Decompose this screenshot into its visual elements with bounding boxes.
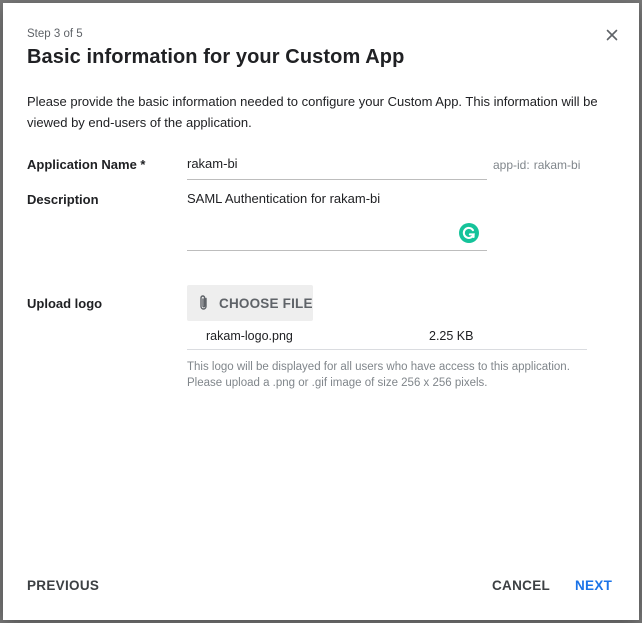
choose-file-button[interactable]: CHOOSE FILE	[187, 285, 313, 321]
upload-logo-label: Upload logo	[27, 296, 103, 311]
step-indicator: Step 3 of 5	[27, 28, 83, 40]
paperclip-icon	[200, 295, 207, 310]
description-field[interactable]: SAML Authentication for rakam-bi	[187, 190, 487, 251]
app-id-prefix: app-id:	[493, 158, 530, 172]
close-icon[interactable]	[602, 25, 622, 45]
dialog-title: Basic information for your Custom App	[27, 46, 405, 68]
app-name-value: rakam-bi	[187, 156, 238, 171]
help-line-1: This logo will be displayed for all user…	[187, 361, 570, 373]
file-name: rakam-logo.png	[206, 329, 293, 343]
cancel-button[interactable]: CANCEL	[492, 578, 550, 593]
previous-button[interactable]: PREVIOUS	[27, 578, 99, 593]
grammarly-icon[interactable]	[458, 222, 480, 244]
custom-app-dialog: Step 3 of 5 Basic information for your C…	[3, 3, 639, 620]
description-value: SAML Authentication for rakam-bi	[187, 191, 381, 206]
help-line-2: Please upload a .png or .gif image of si…	[187, 377, 488, 389]
app-id-value: rakam-bi	[533, 158, 581, 172]
app-name-field[interactable]: rakam-bi	[187, 155, 487, 180]
app-id: app-id: rakam-bi	[493, 158, 580, 172]
upload-help-text: This logo will be displayed for all user…	[187, 359, 607, 391]
intro-text: Please provide the basic information nee…	[27, 94, 598, 130]
uploaded-file-row: rakam-logo.png 2.25 KB	[187, 324, 587, 350]
description-label: Description	[27, 192, 99, 207]
choose-file-label: CHOOSE FILE	[219, 295, 313, 311]
app-name-label: Application Name *	[27, 157, 146, 172]
next-button[interactable]: NEXT	[575, 578, 612, 593]
file-size: 2.25 KB	[429, 329, 474, 343]
